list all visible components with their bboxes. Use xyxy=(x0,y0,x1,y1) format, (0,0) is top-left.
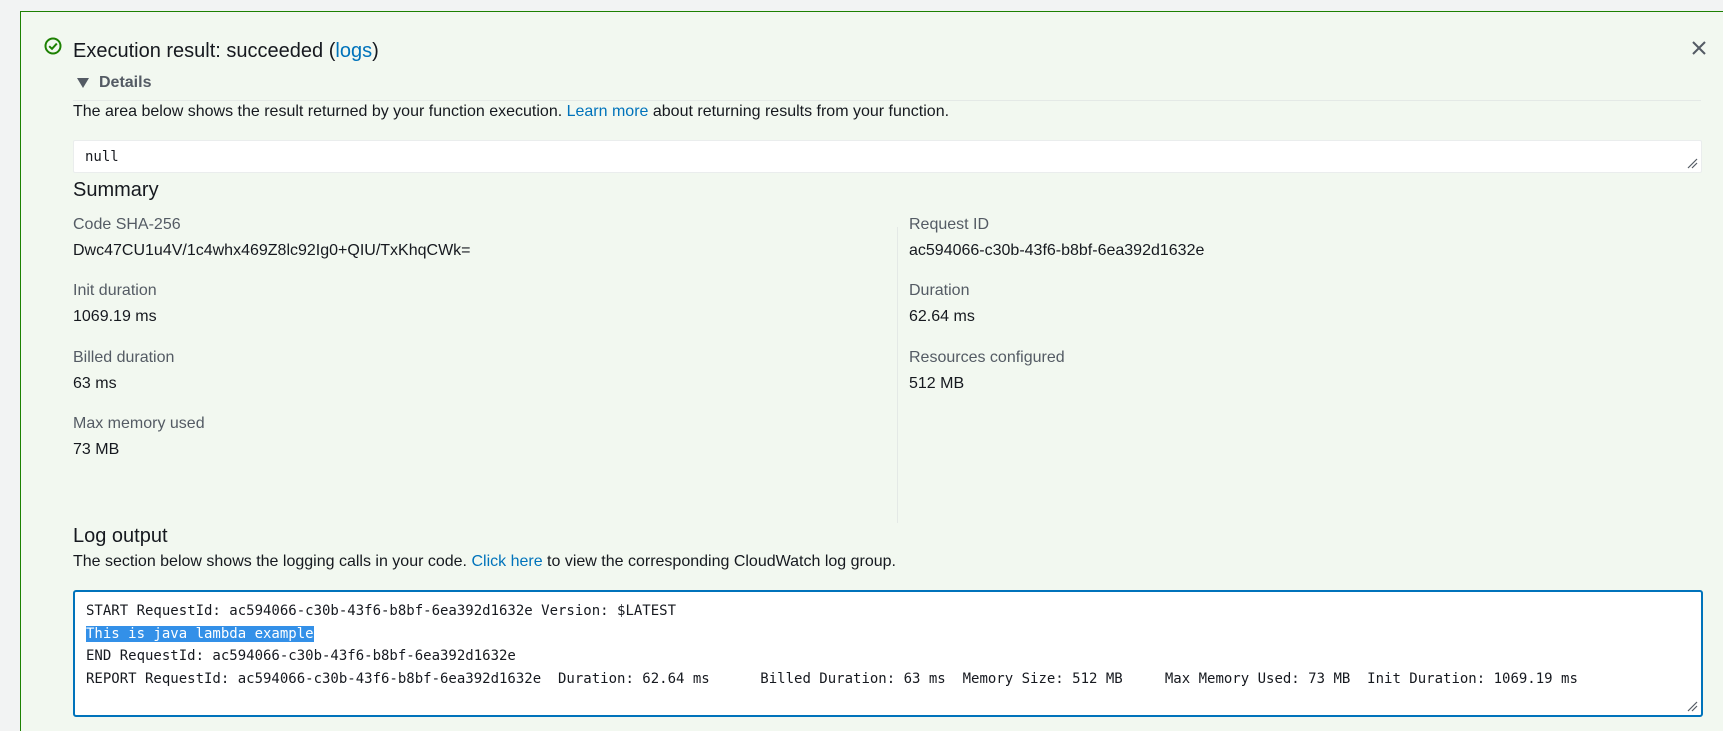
log-description: The section below shows the logging call… xyxy=(73,553,896,570)
log-line: This is java lambda example xyxy=(86,623,1690,646)
learn-more-link[interactable]: Learn more xyxy=(567,103,649,120)
request-id-value: ac594066-c30b-43f6-b8bf-6ea392d1632e xyxy=(909,242,1205,259)
log-line: END RequestId: ac594066-c30b-43f6-b8bf-6… xyxy=(86,648,516,664)
code-sha-label: Code SHA-256 xyxy=(73,216,181,233)
result-title: Execution result: succeeded (logs) xyxy=(73,40,379,62)
selected-text: This is java lambda example xyxy=(86,625,314,642)
click-here-link[interactable]: Click here xyxy=(471,553,542,570)
resources-configured-value: 512 MB xyxy=(909,375,965,392)
log-output-heading: Log output xyxy=(73,525,168,547)
billed-duration-label: Billed duration xyxy=(73,349,175,366)
max-memory-value: 73 MB xyxy=(73,441,120,458)
code-sha-value: Dwc47CU1u4V/1c4whx469Z8lc92Ig0+QIU/TxKhq… xyxy=(73,242,471,259)
log-output-box[interactable]: START RequestId: ac594066-c30b-43f6-b8bf… xyxy=(73,590,1703,717)
init-duration-label: Init duration xyxy=(73,282,157,299)
close-icon[interactable] xyxy=(1687,36,1711,60)
summary-heading: Summary xyxy=(73,179,159,201)
details-toggle[interactable]: Details xyxy=(77,74,151,92)
resources-configured-label: Resources configured xyxy=(909,349,1065,366)
result-value: null xyxy=(85,149,119,165)
billed-duration-value: 63 ms xyxy=(73,375,117,392)
logs-link[interactable]: logs xyxy=(335,40,372,62)
init-duration-value: 1069.19 ms xyxy=(73,308,157,325)
details-description: The area below shows the result returned… xyxy=(73,103,950,120)
execution-result-panel: Execution result: succeeded (logs) Detai… xyxy=(20,11,1723,731)
duration-label: Duration xyxy=(909,282,970,299)
column-divider xyxy=(897,227,898,523)
request-id-label: Request ID xyxy=(909,216,990,233)
duration-value: 62.64 ms xyxy=(909,308,975,325)
check-circle-icon xyxy=(44,37,62,55)
log-line: REPORT RequestId: ac594066-c30b-43f6-b8b… xyxy=(86,670,1578,687)
max-memory-label: Max memory used xyxy=(73,415,205,432)
resize-handle-icon[interactable] xyxy=(1687,701,1698,712)
caret-down-icon xyxy=(77,78,89,88)
log-line: START RequestId: ac594066-c30b-43f6-b8bf… xyxy=(86,603,677,619)
result-output-box[interactable]: null xyxy=(73,140,1702,173)
resize-handle-icon[interactable] xyxy=(1687,158,1698,169)
